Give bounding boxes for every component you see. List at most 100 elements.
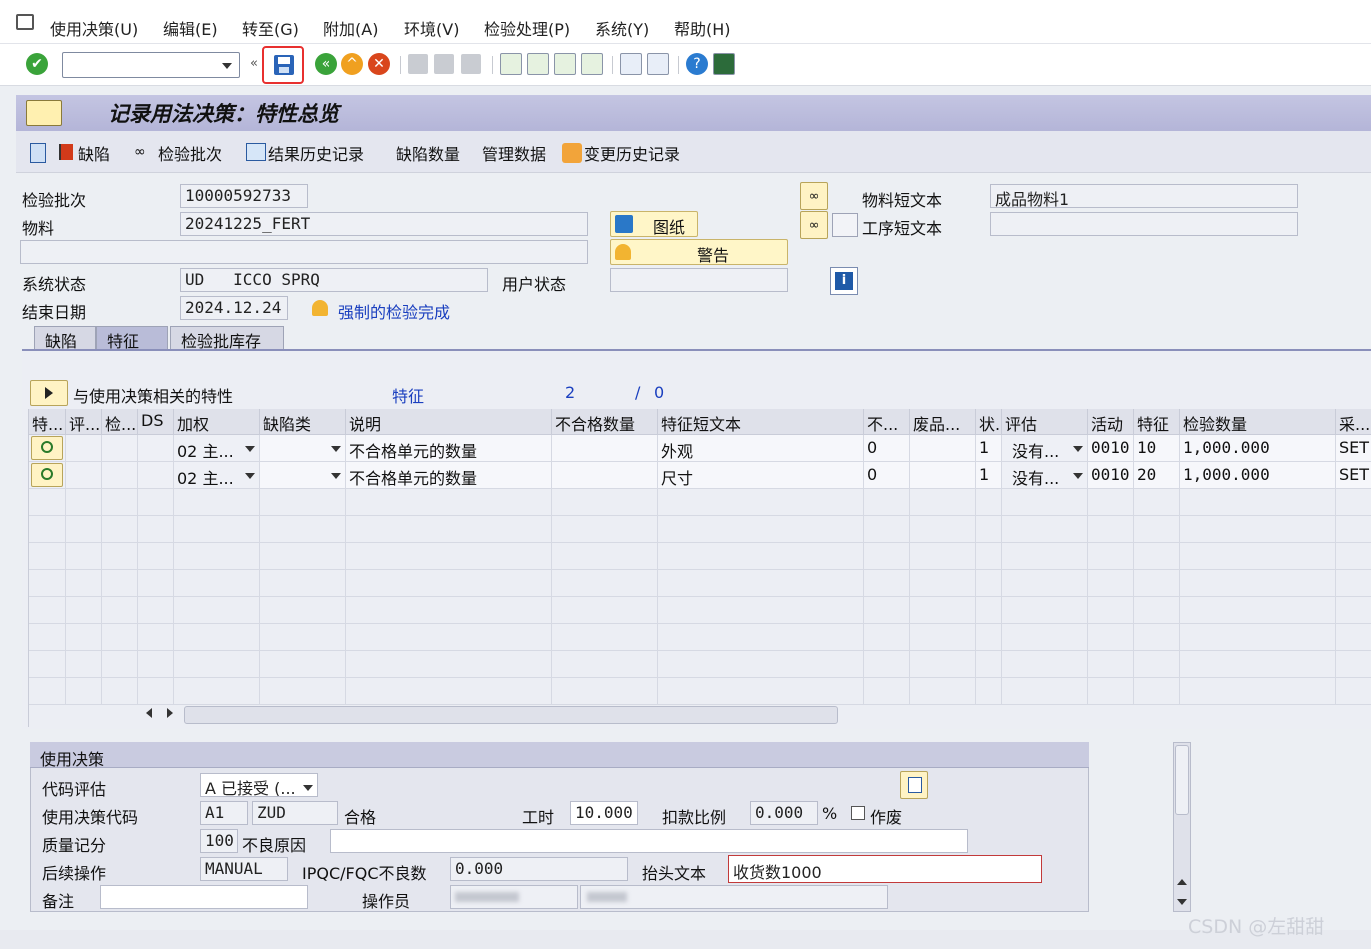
column-header[interactable]: 不... xyxy=(864,409,910,435)
system-menu-icon[interactable] xyxy=(16,14,34,30)
defect-class-select[interactable] xyxy=(260,462,346,489)
remark-field[interactable] xyxy=(100,885,308,909)
scroll-left-icon[interactable] xyxy=(146,708,152,718)
tab-lot-stock[interactable]: 检验批库存 xyxy=(170,326,284,351)
code-eval-select[interactable]: A 已接受 (... xyxy=(200,773,318,797)
column-header[interactable]: 评估 xyxy=(1002,409,1088,435)
short-text-cell: 尺寸 xyxy=(658,462,864,489)
shortcut-icon[interactable] xyxy=(647,53,669,75)
scroll-thumb[interactable] xyxy=(1175,745,1189,815)
admin-data-button[interactable]: 管理数据 xyxy=(482,141,546,165)
collapse-icon[interactable]: « xyxy=(250,56,258,71)
edit-note-icon[interactable] xyxy=(900,771,928,799)
new-session-icon[interactable] xyxy=(620,53,642,75)
column-header[interactable]: 特征 xyxy=(1134,409,1180,435)
tab-defects[interactable]: 缺陷 xyxy=(34,326,96,351)
change-history-button[interactable]: 变更历史记录 xyxy=(584,141,680,165)
menu-edit[interactable]: 编辑(E) xyxy=(163,16,218,40)
calculator-icon[interactable] xyxy=(30,143,46,163)
column-header[interactable]: 检验数量 xyxy=(1180,409,1336,435)
deduct-field[interactable]: 0.000 xyxy=(750,801,818,825)
column-header[interactable]: DS xyxy=(138,409,174,435)
inspection-lot-field[interactable]: 10000592733 xyxy=(180,184,308,208)
copy-icon[interactable] xyxy=(832,213,858,237)
evaluation-select[interactable]: 没有... xyxy=(1002,462,1088,489)
column-header[interactable]: 废品... xyxy=(910,409,976,435)
customize-layout-icon[interactable] xyxy=(713,53,735,75)
last-page-icon[interactable] xyxy=(581,53,603,75)
previous-page-icon[interactable] xyxy=(527,53,549,75)
column-header[interactable]: 评... xyxy=(66,409,102,435)
ipqc-field[interactable]: 0.000 xyxy=(450,857,628,881)
transaction-icon[interactable] xyxy=(26,100,62,126)
weight-select[interactable]: 02 主... xyxy=(174,462,260,489)
drawing-button[interactable]: 图纸 xyxy=(610,211,698,237)
material-link-icon[interactable]: ∞ xyxy=(800,182,828,210)
bell-icon xyxy=(312,300,328,316)
column-header[interactable]: 活动 xyxy=(1088,409,1134,435)
column-header[interactable]: 采... xyxy=(1336,409,1371,435)
watermark: CSDN @左甜甜 xyxy=(1188,916,1325,938)
evaluation-select[interactable]: 没有... xyxy=(1002,435,1088,462)
ud-code2-field[interactable]: ZUD xyxy=(252,801,338,825)
defect-button[interactable]: 缺陷 xyxy=(78,141,110,165)
exit-icon[interactable]: ^ xyxy=(341,53,363,75)
ud-code-field[interactable]: A1 xyxy=(200,801,248,825)
column-header[interactable]: 缺陷类 xyxy=(260,409,346,435)
nonconforming-qty-cell[interactable] xyxy=(552,462,658,489)
nonconforming-qty-cell[interactable] xyxy=(552,435,658,462)
sample-cell: SET xyxy=(1336,435,1371,462)
table-cell xyxy=(138,435,174,462)
tab-characteristics[interactable]: 特征 xyxy=(96,326,168,351)
menu-system[interactable]: 系统(Y) xyxy=(595,16,649,40)
material-field[interactable]: 20241225_FERT xyxy=(180,212,588,236)
enter-check-icon[interactable]: ✔ xyxy=(26,53,48,75)
next-page-icon[interactable] xyxy=(554,53,576,75)
column-header[interactable]: 不合格数量 xyxy=(552,409,658,435)
expand-button[interactable] xyxy=(30,380,68,406)
back-icon[interactable]: « xyxy=(315,53,337,75)
operation-text-label: 工序短文本 xyxy=(862,219,943,238)
column-header[interactable]: 状. xyxy=(976,409,1002,435)
operation-link-icon[interactable]: ∞ xyxy=(800,211,828,239)
save-button[interactable] xyxy=(262,46,304,84)
column-header[interactable]: 加权 xyxy=(174,409,260,435)
horizontal-scrollbar[interactable] xyxy=(184,706,838,724)
table-cell: 0 xyxy=(864,462,910,489)
quality-score-label: 质量记分 xyxy=(42,836,107,855)
magnifier-icon[interactable] xyxy=(31,436,63,460)
defect-count-button[interactable]: 缺陷数量 xyxy=(396,141,460,165)
result-history-button[interactable]: 结果历史记录 xyxy=(268,141,364,165)
help-icon[interactable]: ? xyxy=(686,53,708,75)
column-header[interactable]: 说明 xyxy=(346,409,552,435)
activity-cell: 0010 xyxy=(1088,435,1134,462)
magnifier-icon[interactable] xyxy=(31,463,63,487)
command-field[interactable] xyxy=(62,52,240,78)
info-icon[interactable]: i xyxy=(830,267,858,295)
menu-environment[interactable]: 环境(V) xyxy=(404,16,459,40)
menu-inspection-processing[interactable]: 检验处理(P) xyxy=(484,16,570,40)
header-text-field[interactable]: 收货数1000 xyxy=(728,855,1042,883)
activity-cell: 0010 xyxy=(1088,462,1134,489)
menu-help[interactable]: 帮助(H) xyxy=(674,16,731,40)
defect-class-select[interactable] xyxy=(260,435,346,462)
cancel-icon[interactable]: ✕ xyxy=(368,53,390,75)
menu-usage-decision[interactable]: 使用决策(U) xyxy=(50,16,138,40)
vertical-scrollbar[interactable] xyxy=(1173,742,1191,912)
scroll-up-icon[interactable] xyxy=(1177,879,1187,885)
scroll-down-icon[interactable] xyxy=(1177,899,1187,905)
inspection-lot-button[interactable]: 检验批次 xyxy=(158,141,222,165)
column-header[interactable]: 特征短文本 xyxy=(658,409,864,435)
menu-goto[interactable]: 转至(G) xyxy=(242,16,299,40)
menu-extras[interactable]: 附加(A) xyxy=(323,16,378,40)
column-header[interactable]: 特... xyxy=(29,409,66,435)
scroll-right-icon[interactable] xyxy=(167,708,173,718)
first-page-icon[interactable] xyxy=(500,53,522,75)
void-checkbox[interactable] xyxy=(851,806,865,820)
work-hours-field[interactable]: 10.000 xyxy=(570,801,638,825)
column-header[interactable]: 检... xyxy=(102,409,138,435)
weight-select[interactable]: 02 主... xyxy=(174,435,260,462)
warning-button[interactable]: 警告 xyxy=(610,239,788,265)
end-date-field[interactable]: 2024.12.24 xyxy=(180,296,288,320)
bad-reason-field[interactable] xyxy=(330,829,968,853)
